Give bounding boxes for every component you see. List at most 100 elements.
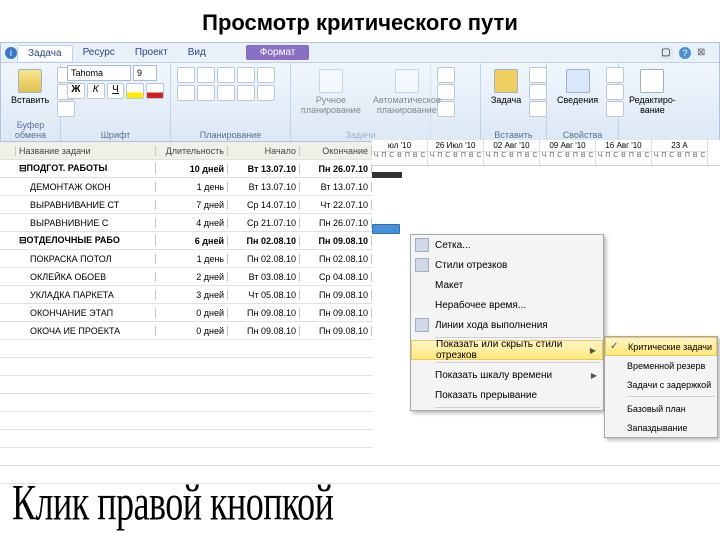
submenu-item[interactable]: Задачи с задержкой	[605, 375, 717, 394]
ribbon-tabs: i Задача Ресурс Проект Вид Формат ▢ ? ⊠	[1, 43, 719, 63]
minimize-ribbon-icon[interactable]: ▢	[661, 47, 673, 59]
link-button[interactable]	[217, 85, 235, 101]
submenu-item[interactable]: Временной резерв	[605, 356, 717, 375]
end-cell[interactable]: Вт 13.07.10	[300, 182, 372, 192]
start-cell[interactable]: Ср 14.07.10	[228, 200, 300, 210]
dur-cell[interactable]: 1 день	[156, 182, 228, 192]
underline-button[interactable]: Ч	[107, 83, 125, 99]
name-cell[interactable]: УКЛАДКА ПАРКЕТА	[16, 290, 156, 300]
col-end-header[interactable]: Окончание	[300, 146, 372, 156]
context-menu-item[interactable]: Сетка...	[411, 235, 603, 255]
gantt-task-bar[interactable]	[372, 224, 400, 234]
tab-format[interactable]: Формат	[246, 45, 310, 60]
tab-project[interactable]: Проект	[125, 45, 178, 60]
pct50-button[interactable]	[217, 67, 235, 83]
dur-cell[interactable]: 1 день	[156, 254, 228, 264]
context-menu-item[interactable]: Нерабочее время...	[411, 295, 603, 315]
bold-button[interactable]: Ж	[67, 83, 85, 99]
tab-resource[interactable]: Ресурс	[73, 45, 125, 60]
name-cell[interactable]: ⊟ПОДГОТ. РАБОТЫ	[16, 163, 156, 174]
font-name-select[interactable]	[67, 65, 131, 81]
pushpin-icon	[319, 69, 343, 93]
chevron-right-icon: ▶	[591, 371, 597, 380]
name-cell[interactable]: ВЫРАВНИВАНИЕ СТ	[16, 200, 156, 210]
col-i-header[interactable]	[0, 146, 16, 156]
start-cell[interactable]: Вт 13.07.10	[228, 182, 300, 192]
font-size-select[interactable]	[133, 65, 157, 81]
fill-color-button[interactable]	[126, 83, 144, 99]
pct100-button[interactable]	[257, 67, 275, 83]
pct0-button[interactable]	[177, 67, 195, 83]
name-cell[interactable]: ВЫРАВНИВНИЕ С	[16, 218, 156, 228]
help-icon[interactable]: ?	[679, 47, 691, 59]
split-button[interactable]	[257, 85, 275, 101]
start-cell[interactable]: Вт 13.07.10	[228, 164, 300, 174]
end-cell[interactable]: Пн 09.08.10	[300, 236, 372, 246]
summary-button[interactable]	[529, 67, 547, 83]
dur-cell[interactable]: 0 дней	[156, 308, 228, 318]
name-cell[interactable]: ПОКРАСКА ПОТОЛ	[16, 254, 156, 264]
name-cell[interactable]: ОКЛЕЙКА ОБОЕВ	[16, 272, 156, 282]
dur-cell[interactable]: 3 дней	[156, 290, 228, 300]
milestone-button[interactable]	[529, 84, 547, 100]
start-cell[interactable]: Пн 02.08.10	[228, 236, 300, 246]
info-icon[interactable]: i	[5, 47, 17, 59]
italic-button[interactable]: К	[87, 83, 105, 99]
context-menu-item[interactable]: Показать шкалу времени▶	[411, 365, 603, 385]
context-menu-item[interactable]: Линии хода выполнения	[411, 315, 603, 335]
dur-cell[interactable]: 6 дней	[156, 236, 228, 246]
pct75-button[interactable]	[237, 67, 255, 83]
auto-icon	[395, 69, 419, 93]
menu-icon	[415, 238, 429, 252]
name-cell[interactable]: ОКОЧА ИЕ ПРОЕКТА	[16, 326, 156, 336]
insert-task-button[interactable]: Задача	[487, 67, 525, 107]
edit-button[interactable]: Редактиро- вание	[625, 67, 680, 117]
col-dur-header[interactable]: Длительность	[156, 146, 228, 156]
deliverable-button[interactable]	[529, 101, 547, 117]
unlink-button[interactable]	[237, 85, 255, 101]
tab-task[interactable]: Задача	[17, 45, 73, 61]
name-cell[interactable]: ОКОНЧАНИЕ ЭТАП	[16, 308, 156, 318]
start-cell[interactable]: Пн 09.08.10	[228, 308, 300, 318]
dur-cell[interactable]: 10 дней	[156, 164, 228, 174]
col-name-header[interactable]: Название задачи	[16, 146, 156, 156]
end-cell[interactable]: Пн 09.08.10	[300, 326, 372, 336]
dur-cell[interactable]: 2 дней	[156, 272, 228, 282]
indent-button[interactable]	[197, 85, 215, 101]
end-cell[interactable]: Пн 09.08.10	[300, 290, 372, 300]
col-start-header[interactable]: Начало	[228, 146, 300, 156]
submenu-item[interactable]: Базовый план	[605, 399, 717, 418]
context-menu-item[interactable]: Макет	[411, 275, 603, 295]
gantt-summary-bar[interactable]	[372, 172, 402, 178]
pct25-button[interactable]	[197, 67, 215, 83]
start-cell[interactable]: Пн 02.08.10	[228, 254, 300, 264]
submenu-item[interactable]: Запаздывание	[605, 418, 717, 437]
end-cell[interactable]: Чт 22.07.10	[300, 200, 372, 210]
dur-cell[interactable]: 0 дней	[156, 326, 228, 336]
close-icon[interactable]: ⊠	[697, 47, 709, 59]
font-color-button[interactable]	[146, 83, 164, 99]
name-cell[interactable]: ДЕМОНТАЖ ОКОН	[16, 182, 156, 192]
end-cell[interactable]: Пн 26.07.10	[300, 164, 372, 174]
auto-schedule-button: Автоматическое планирование	[369, 67, 445, 117]
context-menu-item[interactable]: Стили отрезков	[411, 255, 603, 275]
context-menu-item[interactable]: Показать или скрыть стили отрезков▶	[411, 340, 603, 360]
end-cell[interactable]: Пн 26.07.10	[300, 218, 372, 228]
information-button[interactable]: Сведения	[553, 67, 602, 107]
context-menu-item[interactable]: Показать прерывание	[411, 385, 603, 405]
end-cell[interactable]: Пн 02.08.10	[300, 254, 372, 264]
paste-button[interactable]: Вставить	[7, 67, 53, 107]
name-cell[interactable]: ⊟ОТДЕЛОЧНЫЕ РАБО	[16, 235, 156, 246]
start-cell[interactable]: Чт 05.08.10	[228, 290, 300, 300]
end-cell[interactable]: Пн 09.08.10	[300, 308, 372, 318]
end-cell[interactable]: Ср 04.08.10	[300, 272, 372, 282]
tab-view[interactable]: Вид	[178, 45, 216, 60]
dur-cell[interactable]: 4 дней	[156, 218, 228, 228]
outdent-button[interactable]	[177, 85, 195, 101]
info-icon	[566, 69, 590, 93]
dur-cell[interactable]: 7 дней	[156, 200, 228, 210]
start-cell[interactable]: Ср 21.07.10	[228, 218, 300, 228]
start-cell[interactable]: Пн 09.08.10	[228, 326, 300, 336]
start-cell[interactable]: Вт 03.08.10	[228, 272, 300, 282]
submenu-item[interactable]: ✓Критические задачи	[605, 337, 717, 356]
